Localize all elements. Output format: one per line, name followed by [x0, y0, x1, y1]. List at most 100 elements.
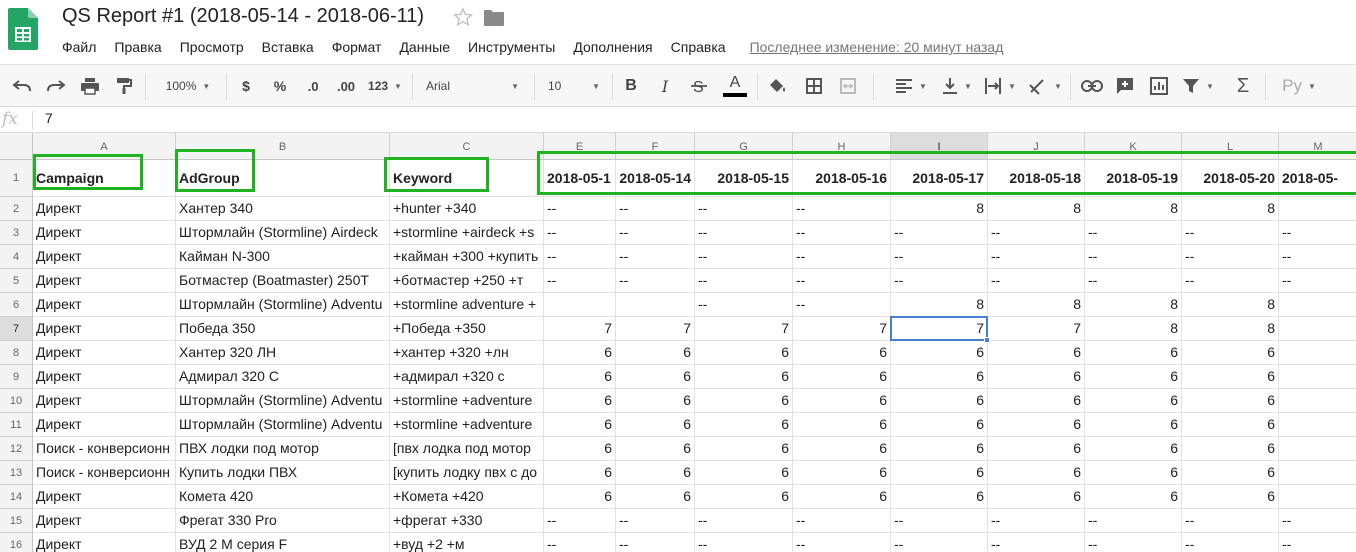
adgroup-cell[interactable]: Ботмастер (Boatmaster) 250T — [176, 269, 390, 293]
adgroup-cell[interactable]: Штормлайн (Stormline) Airdeck — [176, 221, 390, 245]
date-header-cell[interactable]: 2018-05- — [1279, 160, 1356, 197]
adgroup-cell[interactable]: ВУД 2 М серия F — [176, 533, 390, 552]
qs-value-cell[interactable]: 6 — [1085, 485, 1182, 509]
qs-value-cell[interactable]: 6 — [891, 485, 988, 509]
text-rotation-button[interactable]: ▼ — [1026, 74, 1064, 98]
qs-value-cell[interactable]: -- — [988, 221, 1085, 245]
folder-icon[interactable] — [483, 9, 505, 27]
qs-value-cell[interactable]: -- — [988, 269, 1085, 293]
qs-value-cell[interactable]: 6 — [695, 485, 793, 509]
qs-value-cell[interactable]: -- — [544, 245, 616, 269]
font-family-select[interactable]: Arial ▼ — [420, 74, 525, 98]
qs-value-cell[interactable]: 6 — [988, 341, 1085, 365]
qs-value-cell[interactable]: 6 — [544, 341, 616, 365]
qs-value-cell[interactable]: 6 — [988, 413, 1085, 437]
adgroup-cell[interactable]: Фрегат 330 Pro — [176, 509, 390, 533]
paint-format-button[interactable] — [112, 74, 136, 98]
qs-value-cell[interactable]: 6 — [891, 389, 988, 413]
qs-value-cell[interactable]: 6 — [988, 437, 1085, 461]
qs-value-cell[interactable]: -- — [544, 197, 616, 221]
undo-button[interactable] — [10, 74, 34, 98]
campaign-cell[interactable]: Директ — [33, 221, 176, 245]
qs-value-cell[interactable]: 6 — [695, 389, 793, 413]
qs-value-cell[interactable] — [1279, 197, 1356, 221]
insert-link-button[interactable] — [1080, 74, 1104, 98]
qs-value-cell[interactable]: 6 — [1085, 413, 1182, 437]
keyword-cell[interactable]: +stormline adventure + — [390, 293, 544, 317]
bold-button[interactable]: B — [621, 74, 641, 98]
qs-value-cell[interactable]: -- — [988, 533, 1085, 552]
qs-value-cell[interactable]: 6 — [793, 485, 891, 509]
menu-data[interactable]: Данные — [399, 39, 450, 55]
qs-value-cell[interactable]: -- — [544, 221, 616, 245]
insert-chart-button[interactable] — [1148, 74, 1170, 98]
qs-value-cell[interactable]: 8 — [1085, 293, 1182, 317]
qs-value-cell[interactable]: -- — [1085, 509, 1182, 533]
sheets-logo-icon[interactable] — [8, 8, 38, 50]
qs-value-cell[interactable]: 7 — [988, 317, 1085, 341]
percent-format-button[interactable]: % — [270, 74, 290, 98]
keyword-cell[interactable]: +хантер +320 +лн — [390, 341, 544, 365]
qs-value-cell[interactable]: -- — [1182, 533, 1279, 552]
row-header[interactable]: 13 — [0, 461, 33, 485]
qs-value-cell[interactable]: -- — [1182, 245, 1279, 269]
fill-handle[interactable] — [984, 337, 990, 343]
qs-value-cell[interactable]: 6 — [988, 485, 1085, 509]
qs-value-cell[interactable]: -- — [793, 269, 891, 293]
qs-value-cell[interactable]: 6 — [1182, 461, 1279, 485]
functions-button[interactable]: Σ — [1232, 74, 1254, 98]
keyword-cell[interactable]: +фрегат +330 — [390, 509, 544, 533]
qs-value-cell[interactable]: -- — [793, 221, 891, 245]
menu-tools[interactable]: Инструменты — [468, 39, 555, 55]
adgroup-header-cell[interactable]: AdGroup — [176, 160, 390, 197]
keyword-cell[interactable]: +кайман +300 +купить — [390, 245, 544, 269]
qs-value-cell[interactable]: -- — [695, 533, 793, 552]
last-edit-link[interactable]: Последнее изменение: 20 минут назад — [750, 39, 1004, 55]
qs-value-cell[interactable]: -- — [1085, 221, 1182, 245]
column-header-h[interactable]: H — [793, 133, 891, 160]
date-header-cell[interactable]: 2018-05-15 — [695, 160, 793, 197]
adgroup-cell[interactable]: Штормлайн (Stormline) Adventu — [176, 389, 390, 413]
qs-value-cell[interactable]: 6 — [1085, 437, 1182, 461]
qs-value-cell[interactable]: 6 — [793, 365, 891, 389]
menu-insert[interactable]: Вставка — [262, 39, 314, 55]
qs-value-cell[interactable]: -- — [891, 245, 988, 269]
column-header-e[interactable]: E — [544, 133, 616, 160]
qs-value-cell[interactable]: 6 — [616, 413, 695, 437]
qs-value-cell[interactable]: 8 — [1182, 197, 1279, 221]
qs-value-cell[interactable]: -- — [891, 269, 988, 293]
italic-button[interactable]: I — [655, 74, 675, 98]
qs-value-cell[interactable]: 6 — [1085, 341, 1182, 365]
keyword-cell[interactable]: +Комета +420 — [390, 485, 544, 509]
keyword-cell[interactable]: [купить лодку пвх с до — [390, 461, 544, 485]
menu-addons[interactable]: Дополнения — [573, 39, 652, 55]
qs-value-cell[interactable]: -- — [1085, 269, 1182, 293]
qs-value-cell[interactable]: 6 — [544, 437, 616, 461]
row-header[interactable]: 12 — [0, 437, 33, 461]
campaign-cell[interactable]: Директ — [33, 269, 176, 293]
qs-value-cell[interactable]: -- — [1182, 221, 1279, 245]
qs-value-cell[interactable]: 6 — [695, 341, 793, 365]
row-header[interactable]: 15 — [0, 509, 33, 533]
qs-value-cell[interactable]: -- — [891, 509, 988, 533]
qs-value-cell[interactable]: 6 — [793, 341, 891, 365]
qs-value-cell[interactable]: -- — [988, 509, 1085, 533]
qs-value-cell[interactable]: -- — [1182, 269, 1279, 293]
date-header-cell[interactable]: 2018-05-17 — [891, 160, 988, 197]
qs-value-cell[interactable]: 6 — [1182, 389, 1279, 413]
qs-value-cell[interactable]: 6 — [695, 413, 793, 437]
adgroup-cell[interactable]: Штормлайн (Stormline) Adventu — [176, 413, 390, 437]
campaign-cell[interactable]: Директ — [33, 533, 176, 552]
font-size-select[interactable]: 10 ▼ — [542, 74, 606, 98]
qs-value-cell[interactable]: 6 — [616, 365, 695, 389]
qs-value-cell[interactable]: 6 — [1182, 485, 1279, 509]
row-header[interactable]: 9 — [0, 365, 33, 389]
qs-value-cell[interactable]: 6 — [616, 341, 695, 365]
zoom-select[interactable]: 100% ▼ — [158, 74, 218, 98]
adgroup-cell[interactable]: Кайман N-300 — [176, 245, 390, 269]
qs-value-cell[interactable]: -- — [891, 221, 988, 245]
campaign-cell[interactable]: Директ — [33, 341, 176, 365]
qs-value-cell[interactable]: -- — [1182, 509, 1279, 533]
qs-value-cell[interactable]: 7 — [616, 317, 695, 341]
qs-value-cell[interactable]: -- — [793, 197, 891, 221]
